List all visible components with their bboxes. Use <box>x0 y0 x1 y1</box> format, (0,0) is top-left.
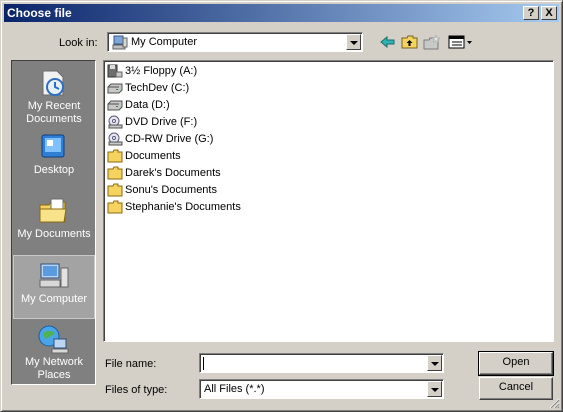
place-label-line1: My Documents <box>17 228 91 240</box>
dvd-drive-icon <box>108 115 123 129</box>
lookin-dropdown[interactable]: My Computer <box>107 32 363 52</box>
item-name: Sonu's Documents <box>125 184 217 196</box>
window-title: Choose file <box>7 6 72 20</box>
open-button[interactable]: Open <box>478 351 554 376</box>
choose-file-dialog: Choose file ? X Look in: My Computer My … <box>0 0 563 412</box>
filetype-dropdown[interactable]: All Files (*.*) <box>199 379 444 399</box>
place-my-documents[interactable]: My Documents <box>13 191 95 255</box>
place-desktop[interactable]: Desktop <box>13 127 95 191</box>
back-arrow-icon[interactable] <box>379 34 397 50</box>
view-menu-icon[interactable] <box>448 34 474 50</box>
chevron-down-icon[interactable] <box>427 381 442 397</box>
computer-small-icon <box>112 35 128 50</box>
close-button[interactable]: X <box>541 6 557 20</box>
filename-label: File name: <box>105 358 157 370</box>
place-my-network-places[interactable]: My Network Places <box>13 319 95 383</box>
cancel-button[interactable]: Cancel <box>479 377 553 400</box>
item-name: Darek's Documents <box>125 167 221 179</box>
hard-drive-icon <box>107 83 123 94</box>
filetype-value: All Files (*.*) <box>204 383 265 395</box>
desktop-icon <box>41 134 65 158</box>
title-bar[interactable]: Choose file ? X <box>4 4 559 22</box>
place-label-line1: My Network <box>24 356 84 368</box>
hard-drive-icon <box>107 100 123 111</box>
places-bar: My Recent Documents Desktop My Documents <box>11 60 96 385</box>
floppy-drive-icon <box>107 64 123 78</box>
folder-icon <box>107 149 123 163</box>
up-folder-icon[interactable] <box>401 34 419 50</box>
recent-documents-icon <box>42 70 64 96</box>
network-places-icon <box>38 325 69 354</box>
place-label-line2: Documents <box>26 113 82 125</box>
filename-input[interactable] <box>202 356 424 370</box>
cd-drive-icon <box>108 132 123 146</box>
place-label-line1: My Computer <box>20 293 88 305</box>
file-list[interactable]: 3½ Floppy (A:) TechDev (C:) Data (D:) DV… <box>103 60 554 342</box>
place-label-line2: Places <box>37 369 71 381</box>
item-name: TechDev (C:) <box>125 82 190 94</box>
item-name: Stephanie's Documents <box>125 201 241 213</box>
place-my-computer[interactable]: My Computer <box>13 255 95 319</box>
resize-grip-icon[interactable] <box>548 397 560 409</box>
text-caret <box>203 357 204 370</box>
new-folder-icon[interactable] <box>423 34 441 50</box>
folder-icon <box>107 200 123 214</box>
item-name: CD-RW Drive (G:) <box>125 133 214 145</box>
my-computer-icon <box>39 263 69 288</box>
item-name: 3½ Floppy (A:) <box>125 65 198 77</box>
folder-icon <box>107 183 123 197</box>
folder-icon <box>107 166 123 180</box>
chevron-down-icon[interactable] <box>346 34 361 50</box>
lookin-value: My Computer <box>131 36 198 48</box>
item-name: Data (D:) <box>125 99 170 111</box>
place-label-line1: My Recent <box>27 100 81 112</box>
place-label-line1: Desktop <box>33 164 75 176</box>
lookin-label: Look in: <box>59 37 98 49</box>
filetype-label: Files of type: <box>105 384 168 396</box>
place-my-recent-documents[interactable]: My Recent Documents <box>13 63 95 127</box>
item-name: Documents <box>125 150 181 162</box>
item-name: DVD Drive (F:) <box>125 116 198 128</box>
help-button[interactable]: ? <box>523 6 539 20</box>
my-documents-icon <box>39 198 67 223</box>
filename-combobox[interactable] <box>199 353 444 373</box>
chevron-down-icon[interactable] <box>427 355 442 371</box>
